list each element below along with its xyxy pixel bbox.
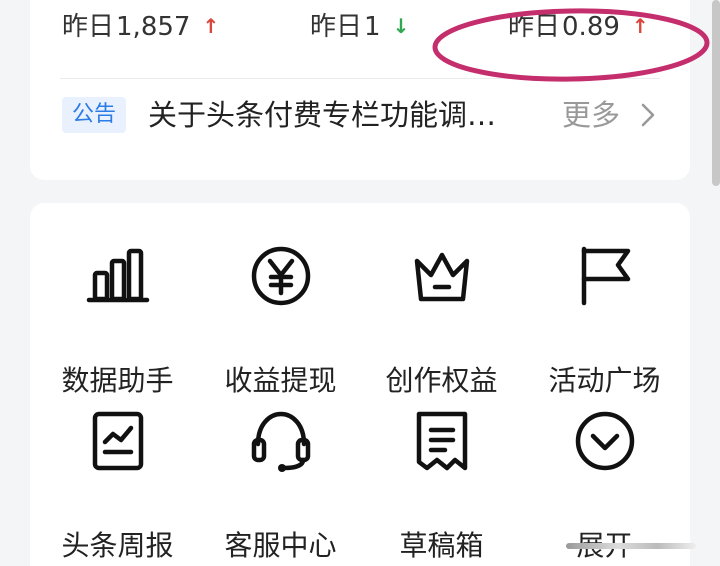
tool-label: 收益提现 xyxy=(224,364,337,397)
chevron-right-icon xyxy=(641,103,655,127)
weekly-report-icon xyxy=(92,411,144,471)
stat-value: 1,857 xyxy=(116,12,191,42)
flag-icon xyxy=(581,246,631,306)
announcement-text[interactable]: 关于头条付费专栏功能调… xyxy=(148,94,544,136)
tool-label: 创作权益 xyxy=(385,364,498,397)
tool-label: 头条周报 xyxy=(61,529,174,562)
tool-data-assistant[interactable]: 数据助手 xyxy=(35,243,200,397)
draft-box-icon xyxy=(416,411,468,471)
tool-expand[interactable]: 展开 xyxy=(522,408,687,562)
creator-center-screen: 昨日1,857 ↑ 昨日1 ↓ 昨日0.89 ↑ 公告 关于头条付费专栏功能调… 更多 xyxy=(0,0,720,566)
more-link[interactable]: 更多 xyxy=(562,94,620,136)
tool-label: 活动广场 xyxy=(548,364,661,397)
divider xyxy=(60,78,660,79)
announcement-bar[interactable]: 公告 关于头条付费专栏功能调… 更多 xyxy=(62,90,662,140)
headset-icon xyxy=(251,411,311,472)
tool-customer-service[interactable]: 客服中心 xyxy=(198,408,363,562)
chevron-down-circle-icon xyxy=(575,411,635,471)
trend-down-icon: ↓ xyxy=(392,14,410,38)
scrollbar[interactable] xyxy=(712,0,720,186)
home-indicator xyxy=(566,543,696,549)
tool-draft-box[interactable]: 草稿箱 xyxy=(359,408,524,562)
stat-yesterday-3[interactable]: 昨日0.89 ↑ xyxy=(508,6,649,46)
yen-coin-icon xyxy=(251,246,311,306)
tool-label: 客服中心 xyxy=(224,529,337,562)
stat-value: 1 xyxy=(364,12,381,42)
tool-weekly-report[interactable]: 头条周报 xyxy=(35,408,200,562)
stat-prefix: 昨日 xyxy=(62,12,115,42)
tool-activity-square[interactable]: 活动广场 xyxy=(522,243,687,397)
trend-up-icon: ↑ xyxy=(631,14,649,38)
yesterday-stats-row: 昨日1,857 ↑ 昨日1 ↓ 昨日0.89 ↑ xyxy=(30,0,690,60)
stats-card: 昨日1,857 ↑ 昨日1 ↓ 昨日0.89 ↑ 公告 关于头条付费专栏功能调… 更多 xyxy=(30,0,690,180)
stat-yesterday-1[interactable]: 昨日1,857 ↑ xyxy=(62,6,219,46)
stat-prefix: 昨日 xyxy=(508,12,561,42)
tool-creator-rights[interactable]: 创作权益 xyxy=(359,243,524,397)
announcement-tag: 公告 xyxy=(62,97,127,133)
bar-chart-icon xyxy=(86,248,150,303)
tool-earnings-withdraw[interactable]: 收益提现 xyxy=(198,243,363,397)
tool-label: 草稿箱 xyxy=(399,529,484,562)
stat-yesterday-2[interactable]: 昨日1 ↓ xyxy=(310,6,409,46)
crown-icon xyxy=(414,252,470,302)
stat-value: 0.89 xyxy=(562,12,620,42)
tools-grid-card: 数据助手 收益提现 创作权益 活动广场 头条周报 客服中心 草稿箱 展开 xyxy=(30,203,690,566)
tool-label: 数据助手 xyxy=(61,364,174,397)
trend-up-icon: ↑ xyxy=(202,14,220,38)
stat-prefix: 昨日 xyxy=(310,12,363,42)
